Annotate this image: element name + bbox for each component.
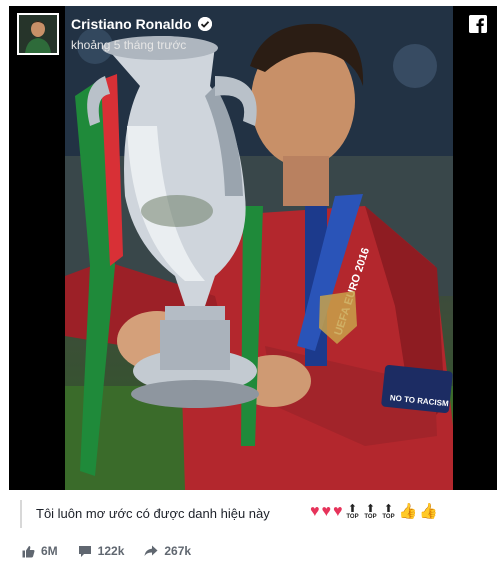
- post-photo[interactable]: NO TO RACISM UEFA EURO 2016: [65, 6, 453, 490]
- post-header: Cristiano Ronaldo khoảng 5 tháng trước: [9, 6, 497, 62]
- share-count: 267k: [164, 544, 192, 558]
- caption-text: Tôi luôn mơ ước có được danh hiệu này: [36, 506, 270, 521]
- thumbs-up-emoji-icon: 👍: [398, 503, 418, 520]
- comment-count: 122k: [97, 544, 125, 558]
- facebook-icon[interactable]: [469, 15, 487, 33]
- heart-icon: ♥: [321, 503, 332, 520]
- heart-icon: ♥: [333, 503, 343, 520]
- heart-icon: ♥: [310, 503, 320, 520]
- engagement-stats: 6M 122k 267k: [22, 544, 191, 558]
- author-name[interactable]: Cristiano Ronaldo: [71, 16, 192, 32]
- like-stat[interactable]: 6M: [22, 544, 58, 558]
- verified-badge-icon: [197, 17, 212, 31]
- post-caption: Tôi luôn mơ ước có được danh hiệu này ♥ …: [20, 500, 492, 528]
- comment-stat[interactable]: 122k: [78, 544, 125, 558]
- like-count: 6M: [41, 544, 58, 558]
- post-media-frame: NO TO RACISM UEFA EURO 2016: [9, 6, 497, 490]
- top-arrow-icon: ⬆ TOP: [346, 502, 359, 520]
- comment-icon: [78, 545, 92, 558]
- top-arrow-icon: ⬆ TOP: [382, 502, 395, 520]
- share-stat[interactable]: 267k: [144, 544, 191, 558]
- share-icon: [144, 545, 158, 557]
- photo-illustration: NO TO RACISM UEFA EURO 2016: [65, 6, 453, 490]
- avatar[interactable]: [17, 13, 59, 55]
- top-arrow-icon: ⬆ TOP: [364, 502, 377, 520]
- caption-emojis: ♥ ♥ ♥ ⬆ TOP ⬆ TOP ⬆ TOP 👍 👍: [310, 502, 438, 522]
- thumbs-up-emoji-icon: 👍: [419, 503, 438, 520]
- facebook-post-embed: NO TO RACISM UEFA EURO 2016: [0, 0, 500, 567]
- like-icon: [22, 545, 35, 558]
- post-timestamp[interactable]: khoảng 5 tháng trước: [71, 38, 186, 52]
